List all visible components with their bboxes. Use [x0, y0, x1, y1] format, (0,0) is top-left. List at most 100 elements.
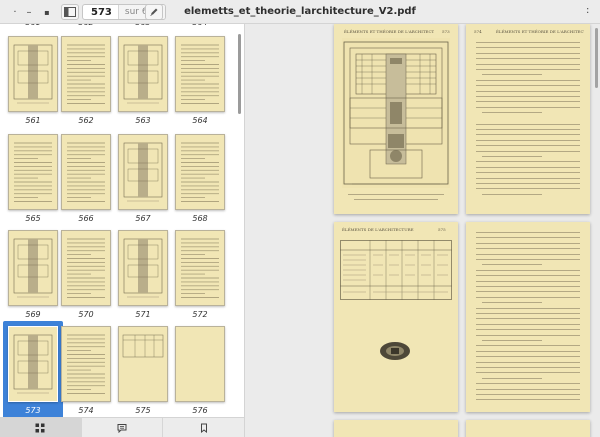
- thumbnail-label: 573: [25, 406, 41, 415]
- page-thumbnail[interactable]: [8, 326, 58, 402]
- text-line: [476, 399, 580, 401]
- text-line: [482, 302, 542, 304]
- sidebar-icon: [64, 7, 76, 17]
- thumbnail-table-drawing: [122, 334, 164, 358]
- text-line: [482, 156, 542, 157]
- pdf-page-575: ÉLÉMENTS DE L'ARCHITECTURE 575: [334, 222, 458, 412]
- text-line: [476, 275, 580, 277]
- text-line: [476, 42, 580, 43]
- text-line: [476, 166, 580, 168]
- text-line: [476, 58, 580, 60]
- text-line: [476, 188, 580, 190]
- thumbnail-text-lines: [67, 142, 105, 202]
- thumbnail-label: 561: [8, 24, 58, 27]
- thumbnail-label: 563: [135, 116, 151, 125]
- page-thumbnail[interactable]: [61, 326, 111, 402]
- annotate-button[interactable]: [145, 4, 163, 20]
- sidebar-scrollbar[interactable]: [238, 34, 241, 114]
- overflow-glyph: :: [586, 5, 590, 16]
- text-line: [476, 394, 580, 395]
- page-thumbnail[interactable]: [61, 36, 111, 112]
- text-line: [476, 383, 580, 385]
- page-thumbnail[interactable]: [8, 134, 58, 210]
- thumbnails-tab[interactable]: [0, 418, 82, 437]
- thumbnail-sidebar[interactable]: 561562563564 561562563564565566567568569…: [0, 24, 245, 417]
- text-line: [476, 313, 580, 314]
- page-thumbnail[interactable]: [118, 230, 168, 306]
- sidebar-toggle-button[interactable]: [61, 4, 79, 20]
- thumbnail-plan-drawing: [13, 44, 53, 104]
- text-line: [476, 85, 580, 87]
- thumbnail-label: 569: [25, 310, 41, 319]
- maximize-icon: ▪: [44, 7, 50, 17]
- text-line: [476, 323, 580, 325]
- thumbnail-text-lines: [14, 142, 52, 202]
- page-number: 573: [442, 29, 450, 34]
- maximize-button[interactable]: ▪: [40, 5, 54, 19]
- page-thumbnail[interactable]: [8, 230, 58, 306]
- thumbnail-plan-drawing: [123, 44, 163, 104]
- page-thumbnail[interactable]: [175, 230, 225, 306]
- text-line: [482, 264, 542, 266]
- caption-line: [354, 199, 438, 200]
- caption-line: [348, 194, 444, 195]
- pdf-page-578: [466, 420, 590, 437]
- ornament-vignette: [380, 342, 410, 360]
- text-line: [476, 307, 580, 309]
- text-line: [476, 90, 580, 92]
- current-page-input[interactable]: 573: [83, 7, 118, 18]
- header-overflow-button[interactable]: :: [586, 5, 589, 16]
- header-bar: · – ▪ 573 sur 672 elemetts_et_theorie_la…: [0, 0, 600, 24]
- annotations-tab[interactable]: [82, 418, 164, 437]
- page-thumbnail[interactable]: [118, 326, 168, 402]
- thumbnail-text-lines: [67, 44, 105, 104]
- text-line: [476, 329, 580, 331]
- page-thumbnail[interactable]: [61, 230, 111, 306]
- page-thumbnail[interactable]: [61, 134, 111, 210]
- thumbnail-label: 576: [192, 406, 208, 415]
- text-line: [482, 340, 542, 341]
- sidebar-mode-switcher: [0, 417, 245, 437]
- document-scrollbar[interactable]: [595, 28, 598, 88]
- text-line: [476, 334, 580, 336]
- page-number: 574: [474, 29, 482, 34]
- thumbnail-label: 564: [175, 24, 225, 27]
- thumbnail-label: 561: [25, 116, 41, 125]
- data-table-illustration: [340, 240, 452, 300]
- text-line: [476, 79, 580, 81]
- thumbnail-label: 570: [78, 310, 94, 319]
- bookmarks-tab[interactable]: [163, 418, 244, 437]
- page-thumbnail[interactable]: [175, 134, 225, 210]
- text-line: [476, 242, 580, 244]
- thumbnail-plan-drawing: [13, 238, 53, 298]
- pdf-page-576: [466, 222, 590, 412]
- thumbnail-text-lines: [181, 142, 219, 202]
- page-thumbnail[interactable]: [175, 326, 225, 402]
- thumbnail-label: 567: [135, 214, 151, 223]
- page-number: 575: [438, 227, 446, 232]
- thumbnail-text-lines: [181, 44, 219, 104]
- thumbnail-label: 562: [78, 116, 94, 125]
- text-line: [476, 259, 580, 260]
- thumbnail-label: 574: [78, 406, 94, 415]
- text-line: [482, 377, 542, 379]
- text-line: [476, 63, 580, 65]
- text-line: [476, 101, 580, 103]
- text-line: [476, 388, 580, 390]
- text-line: [482, 193, 542, 195]
- thumbnail-label: 571: [135, 310, 151, 319]
- document-view[interactable]: ÉLÉMENTS ET THÉORIE DE L'ARCHITECTURE 57…: [246, 24, 600, 437]
- page-header: ÉLÉMENTS ET THÉORIE DE L'ARCHITECTURE: [344, 29, 434, 34]
- pdf-page-577: [334, 420, 458, 437]
- page-thumbnail[interactable]: [175, 36, 225, 112]
- thumbnail-label: 564: [192, 116, 208, 125]
- page-thumbnail[interactable]: [118, 36, 168, 112]
- text-line: [476, 318, 580, 320]
- minimize-button[interactable]: –: [22, 5, 36, 19]
- page-thumbnail[interactable]: [8, 36, 58, 112]
- text-line: [476, 237, 580, 239]
- text-line: [482, 74, 542, 76]
- comment-icon: [117, 423, 127, 433]
- thumbnail-label: 566: [78, 214, 94, 223]
- page-thumbnail[interactable]: [118, 134, 168, 210]
